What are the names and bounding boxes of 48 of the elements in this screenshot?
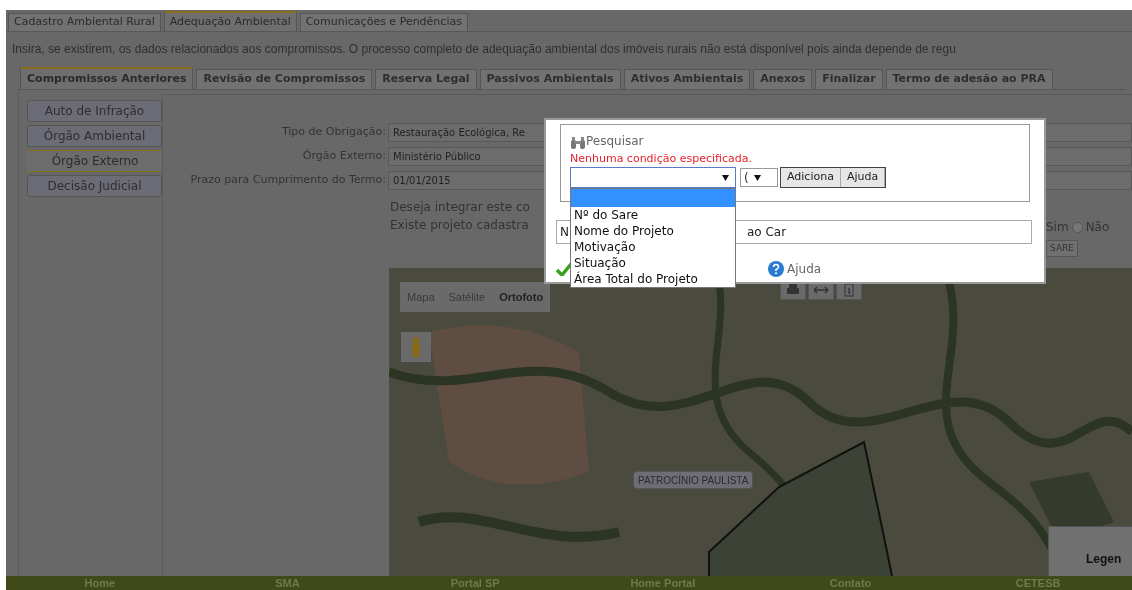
paren-select[interactable]: ( <box>740 168 778 187</box>
dropdown-option[interactable]: Nome do Projeto <box>571 223 735 239</box>
tab[interactable]: Termo de adesão ao PRA <box>885 69 1053 89</box>
dropdown-arrow-icon <box>753 174 761 181</box>
tab[interactable]: Adequação Ambiental <box>163 11 297 31</box>
dialog-button[interactable]: Adiciona <box>781 168 841 187</box>
tab[interactable]: Passivos Ambientais <box>479 69 621 89</box>
printer-icon <box>785 283 801 297</box>
tab[interactable]: Revisão de Compromissos <box>196 69 373 89</box>
field-select[interactable] <box>570 167 736 188</box>
radio-button[interactable] <box>1071 221 1083 233</box>
error-message: Nenhuma condição especificada. <box>570 151 752 167</box>
tab[interactable]: Anexos <box>753 69 813 89</box>
tab[interactable]: Ativos Ambientais <box>623 69 751 89</box>
checkmark-icon <box>556 262 572 276</box>
footer-link[interactable]: Contato <box>829 576 872 590</box>
footer-link[interactable]: CETESB <box>1015 576 1061 590</box>
field-value: ao Car <box>747 224 787 241</box>
tab[interactable]: Compromissos Anteriores <box>20 67 194 89</box>
footer-link[interactable]: Home <box>84 576 116 590</box>
footer-link[interactable]: Home Portal <box>630 576 696 590</box>
tab[interactable]: Finalizar <box>815 69 883 89</box>
place-label: PATROCÍNIO PAULISTA <box>633 471 754 489</box>
footer-link[interactable]: Portal SP <box>450 576 500 590</box>
info-icon <box>841 283 857 297</box>
side-tab[interactable]: Auto de Infração <box>27 100 162 122</box>
dropdown-option[interactable]: Área Total do Projeto <box>571 271 735 287</box>
help-icon <box>768 261 784 277</box>
side-tab[interactable]: Órgão Ambiental <box>27 125 162 147</box>
footer-link[interactable]: SMA <box>275 576 300 590</box>
side-tab[interactable]: Órgão Externo <box>27 150 163 172</box>
sare-button[interactable]: SARE <box>1046 240 1078 257</box>
help-link[interactable]: Ajuda <box>768 260 822 278</box>
dropdown-arrow-icon <box>722 174 729 181</box>
dialog-title: Pesquisar <box>586 133 644 150</box>
dropdown-option[interactable]: Nº do Sare <box>571 207 735 223</box>
map-type-button[interactable]: Ortofoto <box>492 282 551 312</box>
tab[interactable]: Comunicações e Pendências <box>299 13 468 31</box>
side-tab[interactable]: Decisão Judicial <box>27 175 162 197</box>
dialog-button[interactable]: Ajuda <box>840 168 886 187</box>
binoculars-icon <box>570 137 586 150</box>
tab[interactable]: Reserva Legal <box>375 69 477 89</box>
dropdown-option[interactable]: Situação <box>571 255 735 271</box>
select-value: ( <box>744 169 749 187</box>
field-value: N <box>559 224 569 241</box>
tab[interactable]: Cadastro Ambiental Rural <box>8 13 161 31</box>
legend-title: Legen <box>1086 551 1122 568</box>
person-icon <box>411 337 421 357</box>
